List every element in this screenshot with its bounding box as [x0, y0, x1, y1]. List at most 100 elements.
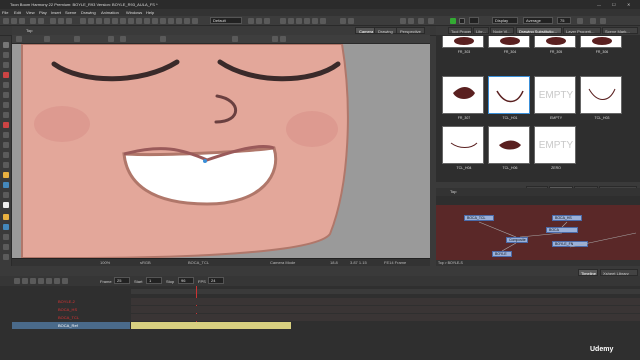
brush-size-field[interactable]	[469, 17, 479, 24]
open-icon[interactable]	[11, 18, 17, 24]
frame-field[interactable]: 25	[114, 277, 130, 284]
substitution-thumb[interactable]: FR_305	[534, 36, 576, 54]
play-button-icon[interactable]	[30, 278, 36, 284]
substitution-thumb[interactable]: FR_307	[442, 76, 484, 120]
palette-icon[interactable]	[408, 18, 414, 24]
redo-icon[interactable]	[38, 18, 44, 24]
settings-gear-icon[interactable]	[577, 18, 583, 24]
size-icon[interactable]	[120, 36, 126, 42]
smooth-icon[interactable]	[232, 36, 238, 42]
select-tool-icon[interactable]	[3, 42, 9, 48]
transform-tool-icon[interactable]	[3, 172, 9, 178]
selection-point[interactable]	[203, 159, 207, 163]
camera-view[interactable]	[12, 44, 430, 258]
pencil-icon[interactable]	[88, 18, 94, 24]
paint-icon[interactable]	[104, 18, 110, 24]
cutter-icon[interactable]	[120, 18, 126, 24]
layer-frames-selected[interactable]	[131, 322, 291, 329]
bone-tool-icon[interactable]	[3, 214, 9, 220]
next-frame-icon[interactable]	[304, 18, 310, 24]
pencil-tool-icon[interactable]	[3, 82, 9, 88]
brush-preset-icon[interactable]	[108, 36, 114, 42]
undo-icon[interactable]	[30, 18, 36, 24]
layer-row[interactable]: BOCA_TCL	[12, 314, 130, 321]
cut-icon[interactable]	[50, 18, 56, 24]
help-icon[interactable]	[600, 18, 606, 24]
pressure-icon[interactable]	[272, 36, 278, 42]
substitution-thumb[interactable]: FR_303	[442, 36, 484, 54]
menu-view[interactable]: View	[26, 10, 35, 15]
start-field[interactable]: 1	[146, 277, 162, 284]
first-frame-icon[interactable]	[280, 18, 286, 24]
onion-icon[interactable]	[256, 18, 262, 24]
close-button[interactable]: ✕	[627, 2, 630, 7]
substitution-thumb[interactable]: TCL_H01	[488, 76, 530, 120]
tab-xsheet-library[interactable]: Xsheet Library	[600, 269, 638, 276]
minimize-button[interactable]: —	[597, 2, 601, 7]
menu-file[interactable]: File	[2, 10, 8, 15]
select-icon[interactable]	[16, 36, 22, 42]
layer-frames[interactable]	[131, 306, 640, 313]
menu-animation[interactable]: Animation	[101, 10, 119, 15]
auto-close-icon[interactable]	[280, 36, 286, 42]
contour-editor-icon[interactable]	[3, 52, 9, 58]
menu-play[interactable]: Play	[39, 10, 47, 15]
menu-insert[interactable]: Insert	[51, 10, 61, 15]
paint-tool-icon[interactable]	[3, 122, 9, 128]
preferences-icon[interactable]	[590, 18, 596, 24]
zoom-tool-icon[interactable]	[3, 192, 9, 198]
zoom-percent-field[interactable]: 75	[557, 17, 571, 24]
first-frame-button-icon[interactable]	[14, 278, 20, 284]
lock-icon[interactable]	[248, 18, 254, 24]
brush-tool-icon[interactable]	[3, 72, 9, 78]
light-table-icon[interactable]	[264, 18, 270, 24]
fps-field[interactable]: 24	[208, 277, 224, 284]
loop-icon[interactable]	[320, 18, 326, 24]
menu-scene[interactable]: Scene	[65, 10, 76, 15]
maximize-button[interactable]: ☐	[612, 2, 616, 7]
workspace-dropdown[interactable]: Default	[210, 17, 242, 24]
ink-tool-icon[interactable]	[3, 132, 9, 138]
ellipse-tool-icon[interactable]	[3, 152, 9, 158]
bone-icon[interactable]	[176, 18, 182, 24]
rotate-icon[interactable]	[144, 18, 150, 24]
next-frame-button-icon[interactable]	[38, 278, 44, 284]
tab-tool-properties[interactable]: Tool Properties	[448, 27, 472, 34]
morph-icon[interactable]	[168, 18, 174, 24]
stroke-icon[interactable]	[112, 18, 118, 24]
node-view[interactable]: BOCA_TCL BOCA_HS BOCA Composite BOYLE_FN…	[436, 205, 640, 260]
last-frame-icon[interactable]	[312, 18, 318, 24]
menu-windows[interactable]: Windows	[126, 10, 142, 15]
layer-row[interactable]: BOCA_HS	[12, 306, 130, 313]
paste-icon[interactable]	[66, 18, 72, 24]
prev-frame-button-icon[interactable]	[22, 278, 28, 284]
cutter-tool-icon[interactable]	[3, 62, 9, 68]
render-icon[interactable]	[348, 18, 354, 24]
copy-icon[interactable]	[58, 18, 64, 24]
substitution-thumb[interactable]: FR_304	[488, 36, 530, 54]
last-frame-button-icon[interactable]	[46, 278, 52, 284]
tab-drawing-substitution[interactable]: Drawing Substitutio...	[516, 27, 562, 34]
color-swatch-icon[interactable]	[400, 18, 406, 24]
deform-tool-icon[interactable]	[3, 224, 9, 230]
eraser-icon[interactable]	[96, 18, 102, 24]
stop-field[interactable]: 96	[178, 277, 194, 284]
substitution-thumb[interactable]: EMPTY EMPTY	[534, 76, 576, 120]
morph-tool-icon[interactable]	[3, 244, 9, 250]
loop-button-icon[interactable]	[54, 278, 60, 284]
substitution-thumb[interactable]: TCL_H06	[488, 126, 530, 170]
zoom-icon[interactable]	[44, 36, 50, 42]
polyline-tool-icon[interactable]	[3, 162, 9, 168]
brush-icon[interactable]	[80, 18, 86, 24]
dropper-tool-icon[interactable]	[3, 112, 9, 118]
menu-help[interactable]: Help	[146, 10, 154, 15]
tab-node-view[interactable]: Node Vi...	[490, 27, 514, 34]
substitution-thumb[interactable]: FR_306	[580, 36, 622, 54]
scale-icon[interactable]	[152, 18, 158, 24]
tab-library[interactable]: Libr...	[473, 27, 489, 34]
contour-icon[interactable]	[128, 18, 134, 24]
display-dropdown[interactable]: Display	[492, 17, 518, 24]
prev-frame-icon[interactable]	[288, 18, 294, 24]
reposition-tool-icon[interactable]	[3, 254, 9, 260]
layer-row[interactable]: BOYLE-2	[12, 298, 130, 305]
